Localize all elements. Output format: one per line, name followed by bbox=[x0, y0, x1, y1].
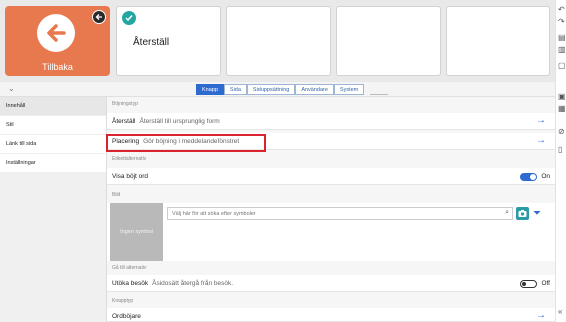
toggle-state: Off bbox=[541, 280, 550, 287]
empty-button-cell[interactable] bbox=[336, 6, 441, 76]
expand-icon[interactable]: « bbox=[558, 308, 562, 316]
paste-icon[interactable]: ▥ bbox=[558, 46, 566, 54]
section-header: Böjningstyp bbox=[112, 101, 138, 107]
undo-icon[interactable]: ↶ bbox=[558, 6, 565, 14]
selected-button-cell[interactable]: Återställ bbox=[116, 6, 221, 76]
arrow-right-icon: → bbox=[536, 310, 546, 321]
filter-icon[interactable]: ⏷ bbox=[533, 207, 541, 220]
sidebar-item-installningar[interactable]: Inställningar bbox=[0, 154, 106, 173]
tab-overflow[interactable] bbox=[370, 84, 389, 95]
grid-icon[interactable]: ▦ bbox=[558, 105, 566, 113]
highlight-box bbox=[106, 134, 266, 152]
extend-visit-row: Utöka besök Åsidosätt återgå från besök. … bbox=[107, 275, 555, 292]
back-mini-icon[interactable] bbox=[92, 10, 106, 24]
section-header: Bild bbox=[112, 192, 121, 198]
section-header: Etikettalternativ bbox=[112, 156, 147, 162]
extend-visit-toggle[interactable] bbox=[520, 280, 537, 288]
button-type-row[interactable]: Ordböjare → bbox=[107, 308, 555, 322]
row-label: Ordböjare bbox=[112, 313, 141, 320]
redo-icon[interactable]: ↷ bbox=[558, 18, 565, 26]
section-header: Knapptyp bbox=[112, 298, 134, 304]
symbol-search[interactable]: ⌕ bbox=[167, 207, 513, 220]
arrow-right-icon: → bbox=[536, 135, 546, 146]
row-description: Åsidosätt återgå från besök. bbox=[152, 280, 234, 287]
toggle-state: On bbox=[541, 173, 550, 180]
back-button-label: Tillbaka bbox=[42, 62, 73, 72]
selected-cell-title: Återställ bbox=[133, 37, 170, 48]
copy-icon[interactable]: ▣ bbox=[558, 93, 566, 101]
button-strip: Tillbaka Återställ bbox=[0, 0, 555, 82]
camera-icon[interactable] bbox=[516, 207, 529, 220]
check-icon bbox=[122, 11, 136, 25]
row-description: Återställ till ursprunglig form bbox=[139, 118, 220, 125]
symbol-search-input[interactable] bbox=[172, 209, 492, 219]
tab-siduppsattning[interactable]: Siduppsättning bbox=[246, 84, 296, 95]
row-label: Återställ bbox=[112, 118, 136, 125]
show-word-toggle[interactable] bbox=[520, 173, 537, 181]
sidebar-empty-area bbox=[0, 173, 106, 322]
double-chevron-down-icon[interactable]: ⌄ bbox=[8, 84, 15, 93]
reset-row[interactable]: Återställ Återställ till ursprunglig form… bbox=[107, 113, 555, 130]
clipboard-icon[interactable]: ▤ bbox=[558, 34, 566, 42]
empty-button-cell[interactable] bbox=[446, 6, 550, 76]
row-label: Utöka besök bbox=[112, 280, 149, 287]
tab-bar: Knapp Sida Siduppsättning Användare Syst… bbox=[196, 84, 389, 95]
tab-knapp[interactable]: Knapp bbox=[196, 84, 224, 95]
back-button[interactable]: Tillbaka bbox=[5, 6, 110, 76]
page-icon[interactable]: ▢ bbox=[558, 62, 566, 70]
sidebar: Innehåll Stil Länk till sida Inställning… bbox=[0, 97, 107, 322]
properties-panel: Böjningstyp Återställ Återställ till ursp… bbox=[107, 97, 555, 322]
sidebar-item-lank-till-sida[interactable]: Länk till sida bbox=[0, 135, 106, 154]
sidebar-item-stil[interactable]: Stil bbox=[0, 116, 106, 135]
tab-anvandare[interactable]: Användare bbox=[295, 84, 334, 95]
show-word-row: Visa böjt ord On bbox=[107, 168, 555, 185]
section-header: Gå till alternativ bbox=[112, 265, 147, 271]
search-icon[interactable]: ⌕ bbox=[505, 209, 509, 217]
sidebar-item-innehall[interactable]: Innehåll bbox=[0, 97, 106, 116]
empty-button-cell[interactable] bbox=[226, 6, 331, 76]
editor-header: ⌄ Knapp Sida Siduppsättning Användare Sy… bbox=[0, 82, 555, 97]
tab-system[interactable]: System bbox=[333, 84, 365, 95]
row-label: Visa böjt ord bbox=[112, 173, 149, 180]
arrow-left-icon bbox=[37, 14, 75, 52]
tab-sida[interactable]: Sida bbox=[223, 84, 247, 95]
arrow-right-icon: → bbox=[536, 115, 546, 126]
right-toolbar: ↶ ↷ ▤ ▥ ▢ ▣ ▦ ⊘ ▯ « bbox=[555, 0, 566, 322]
symbol-placeholder[interactable]: Ingen symbol bbox=[110, 203, 163, 261]
delete-icon[interactable]: ▯ bbox=[558, 146, 562, 154]
hide-icon[interactable]: ⊘ bbox=[558, 128, 565, 136]
picture-area: Ingen symbol ⌕ ⏷ bbox=[107, 203, 555, 261]
